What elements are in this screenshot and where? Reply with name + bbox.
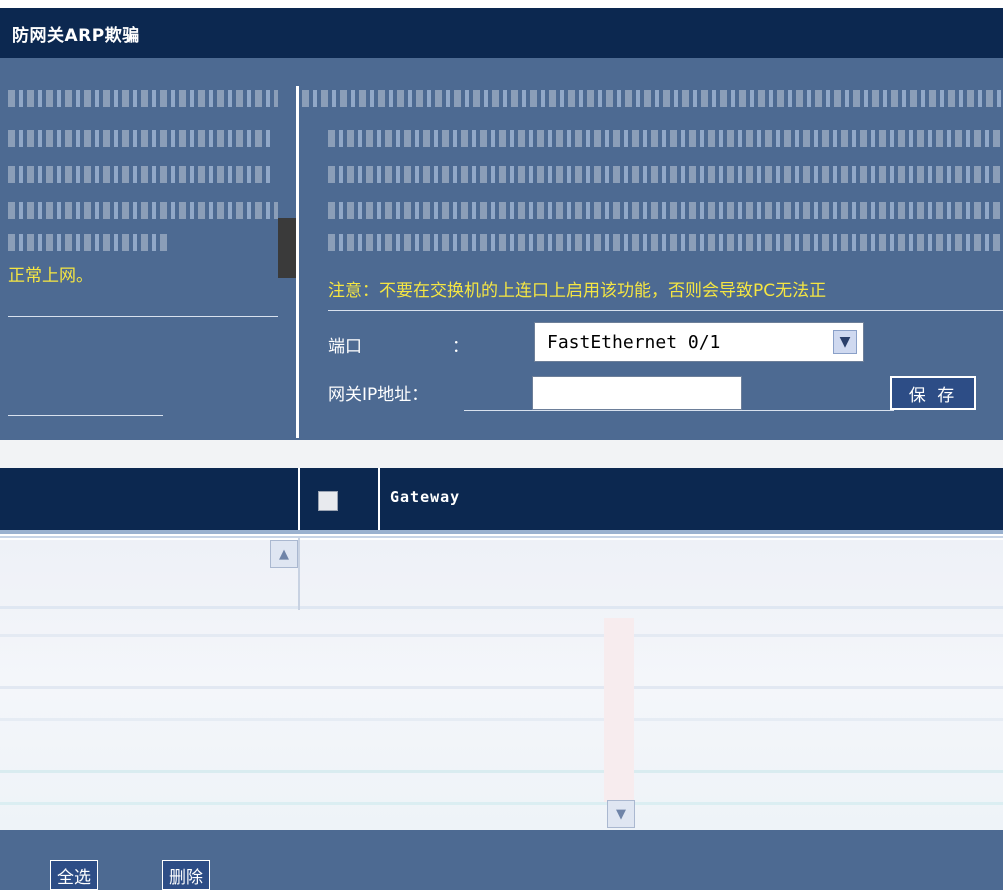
left-description-column: 正常上网。 — [0, 58, 296, 440]
page-title: 防网关ARP欺骗 — [12, 25, 140, 46]
divider-line — [464, 410, 894, 411]
column-divider — [296, 86, 299, 438]
divider-line — [8, 316, 278, 317]
chevron-down-icon[interactable]: ▼ — [833, 330, 857, 354]
table-header: Gateway — [0, 468, 1003, 530]
garbled-text-line — [8, 202, 278, 219]
row-streak — [0, 686, 1003, 689]
port-select-value: FastEthernet 0/1 — [547, 331, 721, 353]
port-label: 端口 — [328, 337, 362, 357]
gateway-ip-label: 网关IP地址： — [328, 385, 429, 405]
row-streak — [0, 770, 1003, 773]
gateway-column-header: Gateway — [390, 488, 461, 506]
warning-text-left: 正常上网。 — [8, 266, 93, 286]
warning-text: 注意：不要在交换机的上连口上启用该功能，否则会导致PC无法正 — [328, 281, 827, 301]
select-all-checkbox[interactable] — [318, 491, 338, 511]
header-rule — [0, 530, 1003, 534]
garbled-text-line — [328, 234, 1003, 251]
garbled-text-line — [8, 234, 168, 251]
divider-line — [8, 415, 163, 416]
garbled-text-line — [328, 202, 1003, 219]
save-button[interactable]: 保 存 — [890, 376, 976, 410]
garbled-text-line — [328, 130, 1003, 147]
list-divider — [298, 538, 300, 610]
footer-bar: 全选 删除 — [0, 830, 1003, 890]
header-rule — [0, 536, 1003, 538]
gateway-ip-input[interactable] — [532, 376, 742, 410]
port-select[interactable]: FastEthernet 0/1 ▼ — [534, 322, 864, 362]
config-panel: 正常上网。 注意：不要在交换机的上连口上启用该功能，否则会导致PC无法正 端口 … — [0, 58, 1003, 440]
scroll-down-icon[interactable]: ▼ — [607, 800, 635, 828]
gateway-list — [0, 540, 1003, 830]
row-streak — [0, 718, 1003, 721]
left-dark-block — [278, 218, 296, 278]
delete-button[interactable]: 删除 — [162, 860, 210, 890]
title-bar: 防网关ARP欺骗 — [0, 8, 1003, 58]
header-divider — [298, 468, 300, 530]
port-colon: ： — [452, 337, 469, 357]
row-streak — [0, 606, 1003, 609]
row-streak — [0, 634, 1003, 637]
garbled-text-line — [8, 90, 278, 107]
right-settings-column: 注意：不要在交换机的上连口上启用该功能，否则会导致PC无法正 端口 ： Fast… — [302, 58, 1003, 440]
spacer-band — [0, 440, 1003, 468]
header-divider — [378, 468, 380, 530]
garbled-text-line — [8, 130, 270, 147]
select-all-button[interactable]: 全选 — [50, 860, 98, 890]
garbled-text-line — [302, 90, 1003, 107]
scroll-up-icon[interactable]: ▲ — [270, 540, 298, 568]
scrollbar-track[interactable] — [604, 618, 634, 802]
divider-line — [328, 310, 1003, 311]
garbled-text-line — [8, 166, 270, 183]
garbled-text-line — [328, 166, 1003, 183]
row-streak — [0, 802, 1003, 805]
